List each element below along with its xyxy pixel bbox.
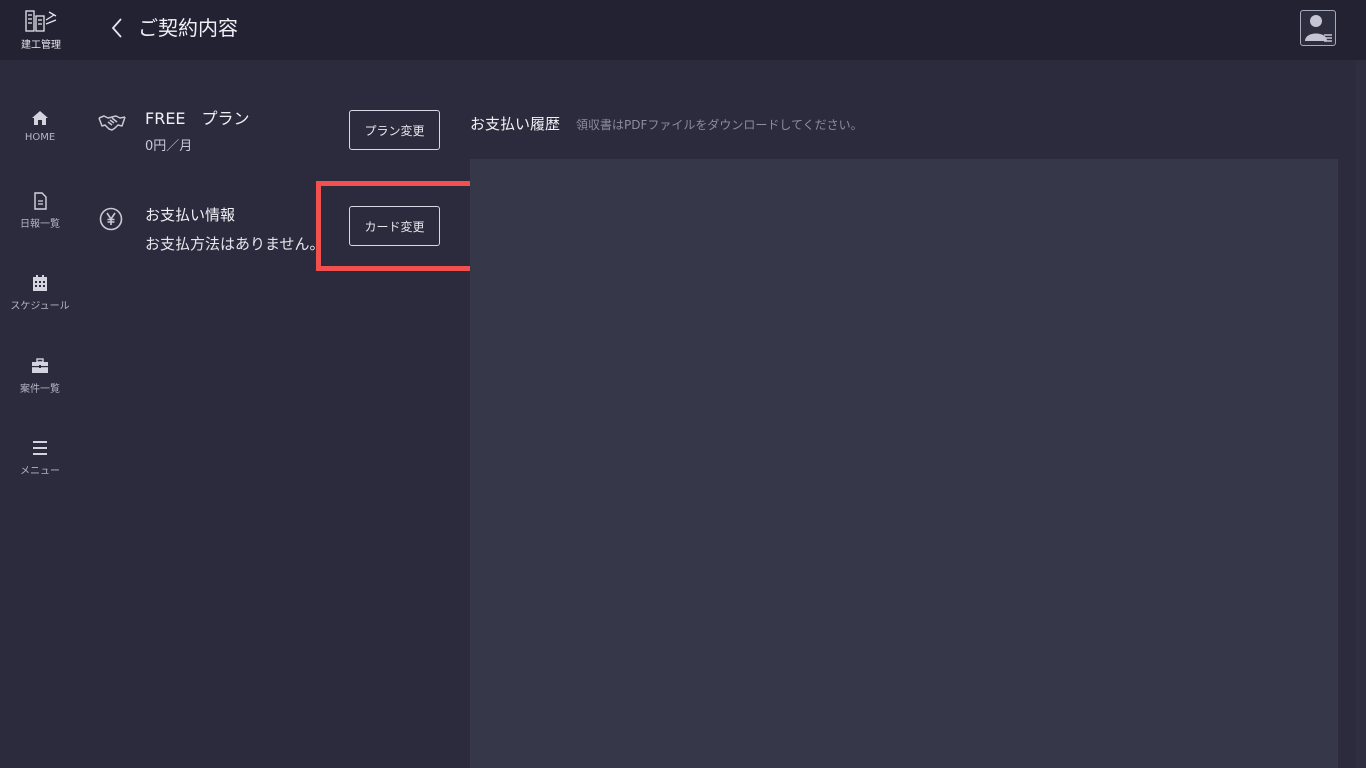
payment-history-panel — [470, 159, 1338, 768]
plan-price: 0円／月 — [145, 139, 193, 154]
sidebar-item-home[interactable]: HOME — [0, 108, 80, 168]
sidebar-item-label: HOME — [24, 132, 56, 143]
plan-change-button[interactable]: プラン変更 — [349, 110, 440, 150]
sidebar-item-projects[interactable]: 案件一覧 — [0, 356, 80, 416]
home-icon — [32, 111, 48, 125]
user-menu-icon — [1305, 15, 1332, 42]
building-logo-icon — [25, 10, 57, 32]
sidebar-item-label: 案件一覧 — [20, 384, 60, 395]
briefcase-icon — [32, 358, 48, 373]
payment-method-status: お支払方法はありません。 — [145, 235, 325, 253]
sidebar-item-label: 日報一覧 — [20, 219, 60, 230]
top-bar: 建工管理 ご契約内容 — [0, 0, 1366, 60]
yen-icon — [99, 207, 123, 231]
scrollbar[interactable] — [1356, 60, 1366, 768]
payment-history-note: 領収書はPDFファイルをダウンロードしてください。 — [576, 118, 863, 132]
calendar-icon — [33, 275, 47, 291]
sidebar-item-schedule[interactable]: スケジュール — [0, 273, 80, 333]
sidebar-item-daily-reports[interactable]: 日報一覧 — [0, 191, 80, 251]
sidebar-item-label: メニュー — [20, 466, 60, 477]
sidebar-item-menu[interactable]: メニュー — [0, 438, 80, 498]
sidebar: HOME 日報一覧 スケジュール 案件一覧 メニュー — [0, 60, 80, 768]
back-button[interactable] — [106, 14, 128, 44]
chevron-left-icon — [111, 18, 122, 38]
page-title: ご契約内容 — [138, 16, 238, 40]
highlight-box — [316, 181, 477, 271]
app-logo[interactable]: 建工管理 — [16, 8, 66, 54]
sidebar-item-label: スケジュール — [10, 301, 70, 312]
payment-info-title: お支払い情報 — [145, 206, 236, 224]
plan-name: FREE プラン — [145, 109, 250, 128]
handshake-icon — [98, 115, 126, 131]
logo-text: 建工管理 — [21, 40, 61, 51]
document-icon — [34, 192, 47, 210]
hamburger-menu-icon — [33, 441, 47, 455]
payment-history-title: お支払い履歴 — [470, 115, 561, 133]
user-avatar-button[interactable] — [1300, 10, 1336, 46]
